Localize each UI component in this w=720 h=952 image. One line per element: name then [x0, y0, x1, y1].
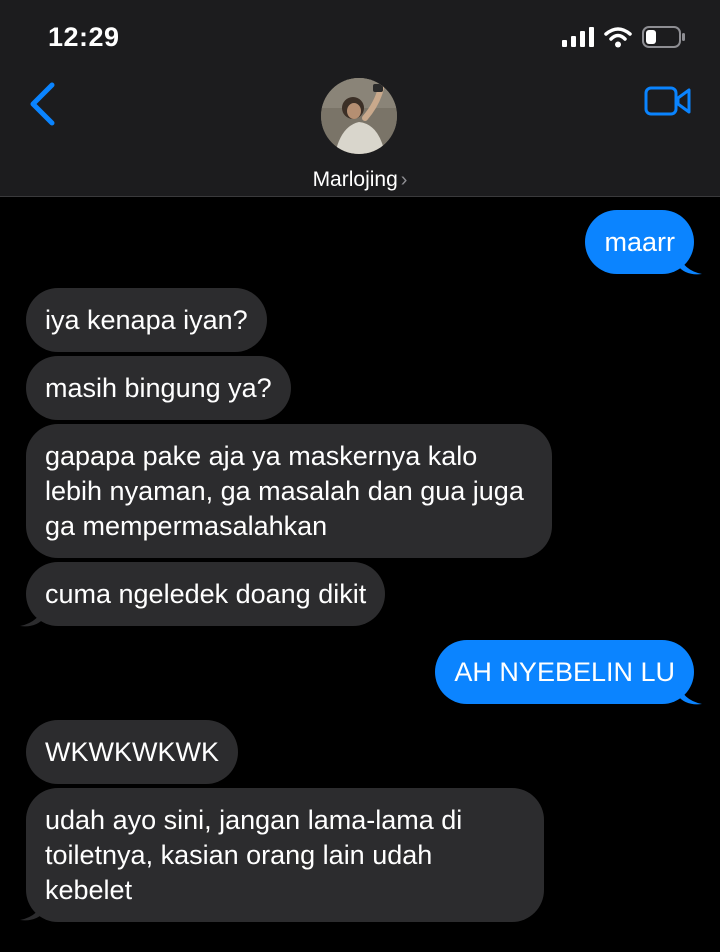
video-call-icon: [644, 86, 691, 116]
chat-header: 12:29 Marlojing ›: [0, 0, 720, 197]
avatar-photo: [321, 78, 397, 154]
back-chevron-icon: [30, 82, 55, 126]
video-call-button[interactable]: [644, 86, 692, 121]
message-bubble-incoming[interactable]: masih bingung ya?: [26, 356, 291, 420]
status-time: 12:29: [48, 22, 120, 52]
contact-name-button[interactable]: Marlojing ›: [0, 168, 720, 192]
bubble-tail: [678, 682, 702, 705]
bubble-tail: [20, 898, 44, 921]
message-bubble-incoming[interactable]: gapapa pake aja ya maskernya kalo lebih …: [26, 424, 552, 558]
bubble-tail: [20, 604, 44, 627]
message-bubble-incoming[interactable]: udah ayo sini, jangan lama-lama di toile…: [26, 788, 544, 922]
wifi-icon: [604, 26, 632, 47]
avatar[interactable]: [321, 78, 397, 154]
contact-name: Marlojing: [312, 168, 398, 191]
back-button[interactable]: [28, 82, 56, 131]
battery-icon: [642, 26, 685, 48]
message-bubble-outgoing[interactable]: AH NYEBELIN LU: [435, 640, 694, 704]
message-bubble-incoming[interactable]: WKWKWKWK: [26, 720, 238, 784]
message-bubble-incoming[interactable]: iya kenapa iyan?: [26, 288, 267, 352]
signal-icon: [562, 27, 594, 47]
chevron-right-icon: ›: [400, 169, 408, 191]
bubble-tail: [678, 252, 702, 275]
status-icons: [562, 24, 686, 50]
message-bubble-incoming[interactable]: cuma ngeledek doang dikit: [26, 562, 386, 626]
